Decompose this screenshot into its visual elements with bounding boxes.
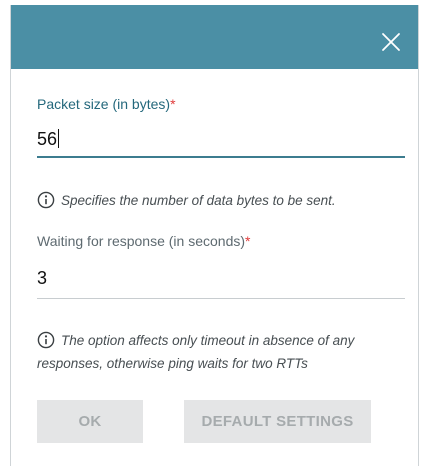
waiting-input[interactable]: 3 (37, 267, 405, 289)
packet-size-hint: Specifies the number of data bytes to be… (37, 189, 405, 212)
default-settings-button[interactable]: DEFAULT SETTINGS (184, 400, 371, 443)
close-icon[interactable] (380, 31, 402, 53)
packet-size-input[interactable]: 56 (37, 128, 405, 150)
info-icon (37, 191, 55, 209)
ok-button[interactable]: OK (37, 400, 143, 443)
ping-settings-dialog: Packet size (in bytes)* 56 Specifies the… (10, 5, 419, 466)
waiting-label-text: Waiting for response (in seconds) (37, 233, 246, 249)
waiting-label: Waiting for response (in seconds)* (37, 233, 250, 250)
dialog-header (11, 5, 418, 69)
info-icon (37, 331, 55, 349)
packet-size-label-text: Packet size (in bytes) (37, 96, 171, 112)
packet-size-value: 56 (37, 129, 58, 149)
text-caret (58, 129, 60, 148)
waiting-hint: The option affects only timeout in absen… (37, 329, 405, 375)
required-mark: * (245, 233, 251, 249)
waiting-underline (37, 298, 405, 299)
waiting-value: 3 (37, 268, 48, 288)
waiting-hint-text: The option affects only timeout in absen… (37, 333, 355, 371)
required-mark: * (170, 96, 176, 112)
packet-size-underline (37, 156, 405, 158)
packet-size-label: Packet size (in bytes)* (37, 96, 176, 113)
packet-size-hint-text: Specifies the number of data bytes to be… (61, 193, 336, 208)
